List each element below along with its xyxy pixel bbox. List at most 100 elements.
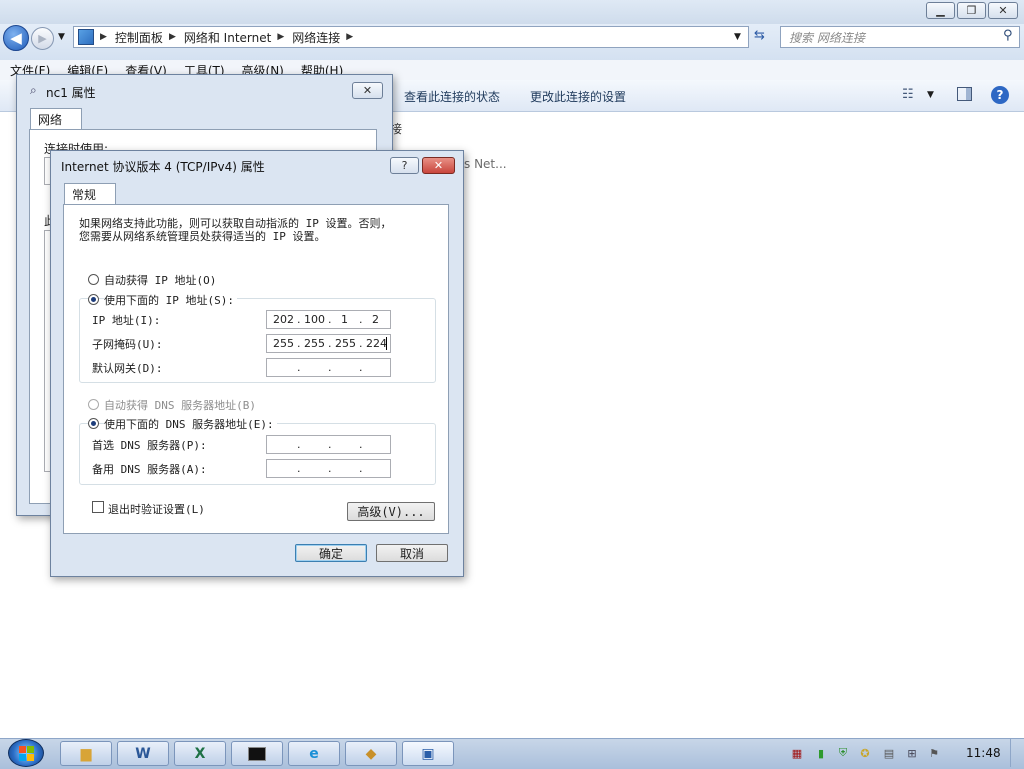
taskbar-word-button[interactable]: W bbox=[117, 741, 169, 766]
tab-general[interactable]: 常规 bbox=[64, 183, 116, 205]
ip-address-input[interactable]: 202 . 100 . 1 . 2 bbox=[266, 310, 391, 329]
radio-auto-ip[interactable] bbox=[88, 274, 99, 285]
dns-dot: . bbox=[359, 462, 363, 475]
view-options-dropdown[interactable]: ▼ bbox=[927, 90, 934, 100]
alternate-dns-input[interactable]: . . . bbox=[266, 459, 391, 478]
ipv4-close-button[interactable]: ✕ bbox=[422, 157, 455, 174]
radio-manual-ip-label[interactable]: 使用下面的 IP 地址(S): bbox=[104, 292, 237, 308]
close-window-button[interactable]: ✕ bbox=[988, 2, 1018, 19]
cancel-button[interactable]: 取消 bbox=[376, 544, 448, 562]
preview-pane-button[interactable] bbox=[957, 87, 972, 101]
breadcrumb-item[interactable]: 网络连接 bbox=[292, 29, 340, 46]
tray-volume-icon[interactable] bbox=[930, 746, 944, 760]
dns-dot: . bbox=[328, 438, 332, 451]
excel-icon: X bbox=[194, 745, 206, 762]
tray-network-icon[interactable]: ⊞ bbox=[905, 746, 919, 760]
ip-octet: 1 bbox=[341, 313, 348, 326]
subnet-mask-input[interactable]: 255 . 255 . 255 . 224 bbox=[266, 334, 391, 353]
tray-shield-icon[interactable]: ⛨ bbox=[836, 746, 850, 760]
view-connection-status-button[interactable]: 查看此连接的状态 bbox=[404, 88, 500, 105]
radio-auto-ip-label[interactable]: 自动获得 IP 地址(O) bbox=[104, 272, 216, 288]
show-desktop-button[interactable] bbox=[1010, 739, 1023, 767]
chevron-down-icon: ▼ bbox=[58, 32, 65, 42]
folder-icon: ▆ bbox=[80, 745, 92, 762]
help-icon: ? bbox=[996, 88, 1004, 102]
word-icon: W bbox=[135, 745, 151, 762]
search-placeholder: 搜索 网络连接 bbox=[789, 30, 865, 45]
radio-auto-dns[interactable] bbox=[88, 399, 99, 410]
minimize-button[interactable]: ▁ bbox=[926, 2, 955, 19]
taskbar-app-button[interactable]: ◆ bbox=[345, 741, 397, 766]
search-input[interactable]: 搜索 网络连接 bbox=[780, 26, 1020, 48]
chevron-down-icon: ▼ bbox=[734, 32, 741, 42]
ip-octet: 100 bbox=[304, 313, 325, 326]
refresh-button[interactable]: ⇆ bbox=[754, 28, 765, 43]
gateway-input[interactable]: . . . bbox=[266, 358, 391, 377]
taskbar-cmd-button[interactable] bbox=[231, 741, 283, 766]
tray-status-icon[interactable]: ▮ bbox=[814, 746, 828, 760]
preferred-dns-label: 首选 DNS 服务器(P): bbox=[92, 439, 207, 452]
ip-dot: . bbox=[359, 313, 363, 326]
recent-pages-dropdown[interactable]: ▼ bbox=[58, 32, 65, 42]
taskbar-network-button[interactable]: ▣ bbox=[402, 741, 454, 766]
radio-manual-dns[interactable] bbox=[88, 418, 99, 429]
windows-logo-icon bbox=[18, 745, 34, 761]
mask-dot: . bbox=[359, 337, 363, 350]
tab-network[interactable]: 网络 bbox=[30, 108, 82, 130]
chevron-down-icon: ▼ bbox=[927, 90, 934, 100]
ipv4-help-button[interactable]: ? bbox=[390, 157, 419, 174]
mask-octet: 224 bbox=[366, 337, 387, 350]
mask-dot: . bbox=[328, 337, 332, 350]
preview-pane-icon bbox=[966, 88, 971, 100]
preferred-dns-input[interactable]: . . . bbox=[266, 435, 391, 454]
radio-manual-dns-label[interactable]: 使用下面的 DNS 服务器地址(E): bbox=[104, 416, 277, 432]
dns-dot: . bbox=[297, 462, 301, 475]
forward-arrow-icon: ▶ bbox=[38, 32, 47, 45]
address-history-dropdown[interactable]: ▼ bbox=[734, 32, 741, 42]
gateway-dot: . bbox=[359, 361, 363, 374]
nc1-dialog-title: nc1 属性 bbox=[46, 86, 96, 100]
breadcrumb-separator-icon: ▶ bbox=[346, 32, 354, 42]
taskbar-excel-button[interactable]: X bbox=[174, 741, 226, 766]
help-button[interactable]: ? bbox=[991, 86, 1009, 104]
text-cursor bbox=[386, 337, 387, 350]
tray-clipboard-icon[interactable]: ▤ bbox=[882, 746, 896, 760]
mask-octet: 255 bbox=[304, 337, 325, 350]
address-bar[interactable]: ▶ 控制面板 ▶ 网络和 Internet ▶ 网络连接 ▶ bbox=[73, 26, 749, 48]
breadcrumb-item[interactable]: 控制面板 bbox=[115, 29, 163, 46]
mask-octet: 255 bbox=[273, 337, 294, 350]
ok-button[interactable]: 确定 bbox=[295, 544, 367, 562]
view-icon: ☷ bbox=[902, 87, 914, 102]
ip-octet: 202 bbox=[273, 313, 294, 326]
nc1-close-button[interactable]: ✕ bbox=[352, 82, 383, 99]
clock[interactable]: 11:48 bbox=[966, 746, 1001, 760]
breadcrumb-separator-icon: ▶ bbox=[277, 32, 285, 42]
taskbar-ie-button[interactable]: e bbox=[288, 741, 340, 766]
network-connections-icon: ▣ bbox=[421, 745, 435, 762]
change-connection-settings-button[interactable]: 更改此连接的设置 bbox=[530, 88, 626, 105]
ip-dot: . bbox=[297, 313, 301, 326]
ip-address-label: IP 地址(I): bbox=[92, 314, 161, 327]
search-icon[interactable]: ⚲ bbox=[1003, 28, 1013, 43]
tray-security-icon[interactable]: ✪ bbox=[858, 746, 872, 760]
start-button[interactable] bbox=[8, 739, 44, 767]
package-icon: ◆ bbox=[365, 745, 377, 762]
mask-dot: . bbox=[297, 337, 301, 350]
validate-checkbox-label[interactable]: 退出时验证设置(L) bbox=[108, 501, 205, 517]
radio-auto-dns-label[interactable]: 自动获得 DNS 服务器地址(B) bbox=[104, 397, 256, 413]
dns-dot: . bbox=[297, 438, 301, 451]
restore-icon: ❐ bbox=[966, 4, 977, 17]
breadcrumb-item[interactable]: 网络和 Internet bbox=[184, 29, 271, 46]
cmd-icon bbox=[248, 746, 266, 761]
radio-manual-ip[interactable] bbox=[88, 294, 99, 305]
dns-dot: . bbox=[328, 462, 332, 475]
view-options-button[interactable]: ☷ bbox=[902, 87, 914, 102]
gateway-label: 默认网关(D): bbox=[92, 362, 163, 375]
taskbar-explorer-button[interactable]: ▆ bbox=[60, 741, 112, 766]
tray-app-icon[interactable]: ▦ bbox=[790, 746, 804, 760]
advanced-button[interactable]: 高级(V)... bbox=[347, 502, 435, 521]
forward-button[interactable]: ▶ bbox=[31, 27, 54, 50]
validate-checkbox[interactable] bbox=[92, 501, 104, 513]
back-button[interactable]: ◀ bbox=[3, 25, 29, 51]
maximize-button[interactable]: ❐ bbox=[957, 2, 986, 19]
